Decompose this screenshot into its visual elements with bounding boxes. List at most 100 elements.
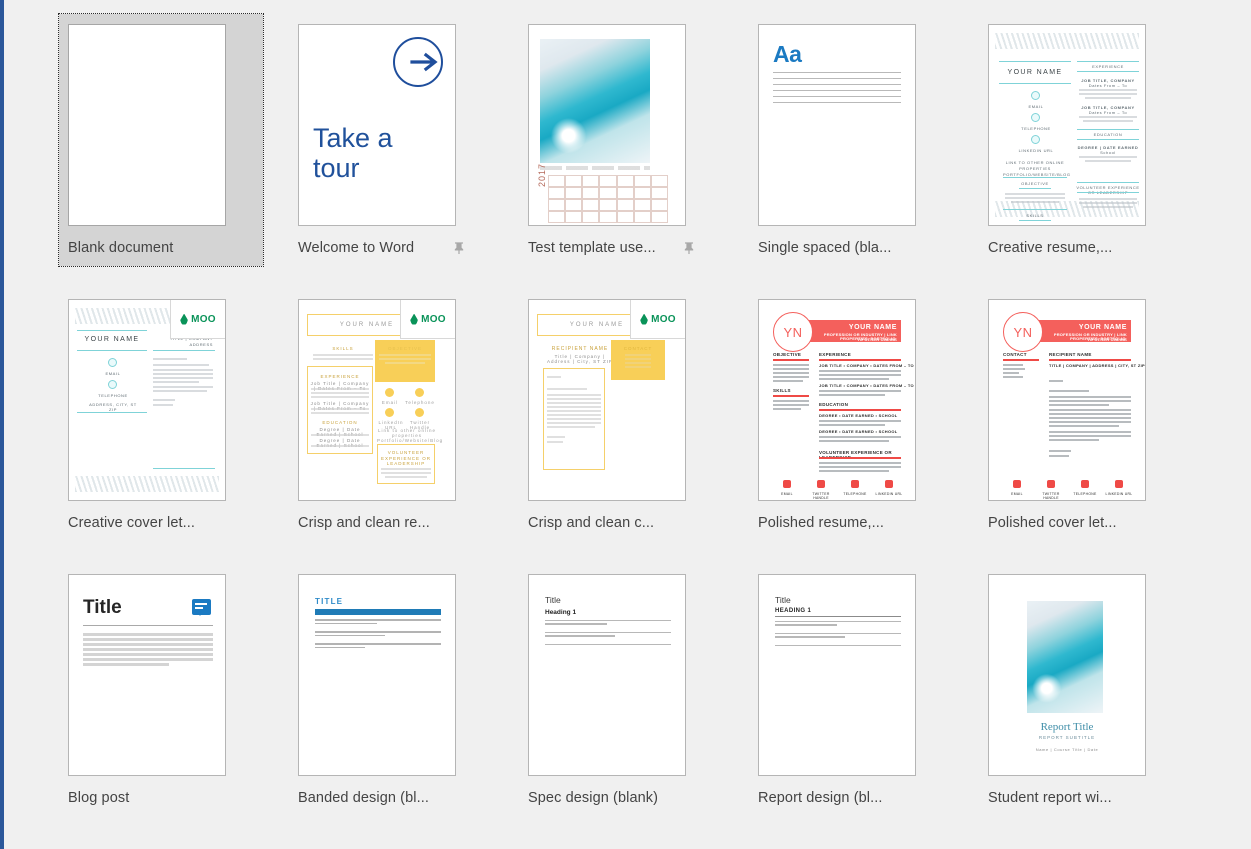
moo-badge: MOO: [170, 300, 225, 339]
label-online: Link to other online properties Portfoli…: [377, 428, 444, 443]
calendar-year: 2017: [537, 162, 547, 187]
template-thumbnail-report-design[interactable]: Title HEADING 1: [758, 574, 916, 776]
section-skills: SKILLS: [773, 388, 791, 393]
job-title-2: JOB TITLE • COMPANY • DATES FROM – TO: [819, 383, 914, 388]
gallery-cell: YN YOUR NAME PROFESSION OR INDUSTRY | LI…: [758, 289, 988, 564]
template-thumbnail-blog-post[interactable]: Title: [68, 574, 226, 776]
template-thumbnail-take-a-tour[interactable]: Take a tour: [298, 24, 456, 226]
recipient-name: RECIPIENT NAME: [551, 346, 609, 352]
template-tile-banded-design[interactable]: TITLE Banded design (bl...: [298, 564, 484, 806]
template-thumbnail-crisp-clean-cover-letter[interactable]: YOUR NAME RECIPIENT NAME Title | Company…: [528, 299, 686, 501]
linkedin-icon: [385, 408, 394, 417]
recipient-name: RECIPIENT NAME: [1049, 352, 1092, 357]
paragraph-1: [545, 620, 671, 627]
recipient-meta: TITLE | COMPANY | ADDRESS | CITY, ST ZIP: [1049, 363, 1145, 368]
template-tile-welcome-to-word[interactable]: Take a tour Welcome to Word: [298, 14, 484, 256]
template-thumbnail-student-report[interactable]: Report Title REPORT SUBTITLE Name | Cour…: [988, 574, 1146, 776]
template-tile-polished-resume[interactable]: YN YOUR NAME PROFESSION OR INDUSTRY | LI…: [758, 289, 944, 531]
template-tile-creative-resume[interactable]: YOUR NAME EMAIL TELEPHONE LINKEDIN URL L…: [988, 14, 1174, 256]
moo-label: MOO: [421, 313, 446, 325]
calendar-grid: [548, 175, 668, 223]
template-label: Test template use...: [528, 240, 656, 256]
template-thumbnail-banded-design[interactable]: TITLE: [298, 574, 456, 776]
label-linkedin: LINKEDIN URL: [875, 492, 903, 496]
template-tile-blog-post[interactable]: Title Blog post: [68, 564, 254, 806]
section-volunteer: VOLUNTEER EXPERIENCE OR LEADERSHIP: [380, 450, 431, 466]
job-title-1: Job Title | Company | Dates From – To: [310, 381, 370, 391]
section-education: EDUCATION: [322, 420, 358, 425]
template-caption-row: Spec design (blank): [528, 790, 696, 806]
moo-drop-icon: [180, 313, 189, 325]
section-objective: OBJECTIVE: [773, 352, 802, 357]
template-tile-single-spaced[interactable]: Aa Single spaced (bla...: [758, 14, 944, 256]
gallery-cell: YOUR NAME SKILLS OBJECTIVE EXPERIENCE Jo…: [298, 289, 528, 564]
pin-icon[interactable]: [682, 241, 696, 255]
gallery-cell: Take a tour Welcome to Word: [298, 14, 528, 289]
template-label: Crisp and clean re...: [298, 515, 430, 531]
gallery-cell: YOUR NAME EMAIL TELEPHONE ADDRESS, CITY,…: [68, 289, 298, 564]
moo-badge: MOO: [630, 300, 685, 339]
label-online-properties: LINK TO OTHER ONLINE PROPERTIES PORTFOLI…: [1003, 160, 1071, 177]
gallery-cell: YOUR NAME EMAIL TELEPHONE LINKEDIN URL L…: [988, 14, 1218, 289]
template-label: Blog post: [68, 790, 130, 806]
pin-icon[interactable]: [452, 241, 466, 255]
label-email: Email: [381, 400, 399, 405]
email-icon: [783, 480, 791, 488]
template-tile-report-design[interactable]: Title HEADING 1 Report design (bl...: [758, 564, 944, 806]
twitter-icon: [817, 480, 825, 488]
doc-title: Title: [545, 595, 561, 605]
gallery-cell: Title HEADING 1 Report design (bl...: [758, 564, 988, 839]
template-caption-row: Polished resume,...: [758, 515, 926, 531]
telephone-icon: [1031, 113, 1040, 122]
comment-icon: [192, 599, 211, 616]
section-contact: CONTACT: [623, 346, 653, 351]
template-caption-row: Polished cover let...: [988, 515, 1156, 531]
gallery-cell: Blank document: [58, 13, 298, 289]
template-thumbnail-spec-design[interactable]: Title Heading 1: [528, 574, 686, 776]
template-tile-crisp-clean-resume[interactable]: YOUR NAME SKILLS OBJECTIVE EXPERIENCE Jo…: [298, 289, 484, 531]
template-tile-test-template[interactable]: 2017 Test template use...: [528, 14, 714, 256]
heading-band: [315, 609, 441, 615]
template-thumbnail-single-spaced[interactable]: Aa: [758, 24, 916, 226]
template-thumbnail-blank-page[interactable]: [68, 24, 226, 226]
template-label: Report design (bl...: [758, 790, 883, 806]
paragraph-1: [775, 621, 901, 628]
template-thumbnail-polished-resume[interactable]: YN YOUR NAME PROFESSION OR INDUSTRY | LI…: [758, 299, 916, 501]
gallery-cell: Title Blog post: [68, 564, 298, 839]
template-thumbnail-polished-cover-letter[interactable]: YN YOUR NAME PROFESSION OR INDUSTRY | LI…: [988, 299, 1146, 501]
paragraph-3: [545, 644, 671, 647]
template-label: Single spaced (bla...: [758, 240, 892, 256]
telephone-icon: [1081, 480, 1089, 488]
label-email: EMAIL: [1028, 104, 1044, 109]
template-tile-spec-design[interactable]: Title Heading 1 Spec design (blank): [528, 564, 714, 806]
template-caption-row: Banded design (bl...: [298, 790, 466, 806]
template-label: Welcome to Word: [298, 240, 415, 256]
template-tile-crisp-clean-cover-letter[interactable]: YOUR NAME RECIPIENT NAME Title | Company…: [528, 289, 714, 531]
paragraph-3: [775, 645, 901, 648]
template-thumbnail-crisp-clean-resume[interactable]: YOUR NAME SKILLS OBJECTIVE EXPERIENCE Jo…: [298, 299, 456, 501]
recipient-meta: Title | Company | Address | City, ST ZIP: [546, 354, 613, 364]
resume-name: YOUR NAME: [1007, 69, 1063, 76]
template-tile-polished-cover-letter[interactable]: YN YOUR NAME PROFESSION OR INDUSTRY | LI…: [988, 289, 1174, 531]
section-experience: EXPERIENCE: [320, 374, 360, 379]
template-tile-creative-cover-letter[interactable]: YOUR NAME EMAIL TELEPHONE ADDRESS, CITY,…: [68, 289, 254, 531]
section-experience: EXPERIENCE: [819, 352, 852, 357]
template-thumbnail-calendar-glacier[interactable]: 2017: [528, 24, 686, 226]
gallery-cell: Aa Single spaced (bla...: [758, 14, 988, 289]
template-label: Blank document: [68, 240, 174, 256]
template-caption-row: Welcome to Word: [298, 240, 466, 256]
degree-2: Degree | Date Earned | School: [317, 438, 363, 448]
template-tile-student-report[interactable]: Report Title REPORT SUBTITLE Name | Cour…: [988, 564, 1174, 806]
label-linkedin: LINKEDIN URL: [1105, 492, 1133, 496]
template-gallery-page: Blank document Take a tour Welcome to Wor…: [0, 0, 1251, 849]
label-email: EMAIL: [1011, 492, 1023, 496]
template-tile-blank-document[interactable]: Blank document: [58, 13, 264, 267]
sender-name: YOUR NAME: [84, 336, 140, 343]
template-label: Polished resume,...: [758, 515, 885, 531]
label-telephone: TELEPHONE: [98, 393, 128, 398]
label-email: EMAIL: [781, 492, 793, 496]
section-skills: SKILLS: [332, 346, 354, 351]
template-thumbnail-creative-cover-letter[interactable]: YOUR NAME EMAIL TELEPHONE ADDRESS, CITY,…: [68, 299, 226, 501]
template-caption-row: Creative cover let...: [68, 515, 236, 531]
template-thumbnail-creative-resume[interactable]: YOUR NAME EMAIL TELEPHONE LINKEDIN URL L…: [988, 24, 1146, 226]
